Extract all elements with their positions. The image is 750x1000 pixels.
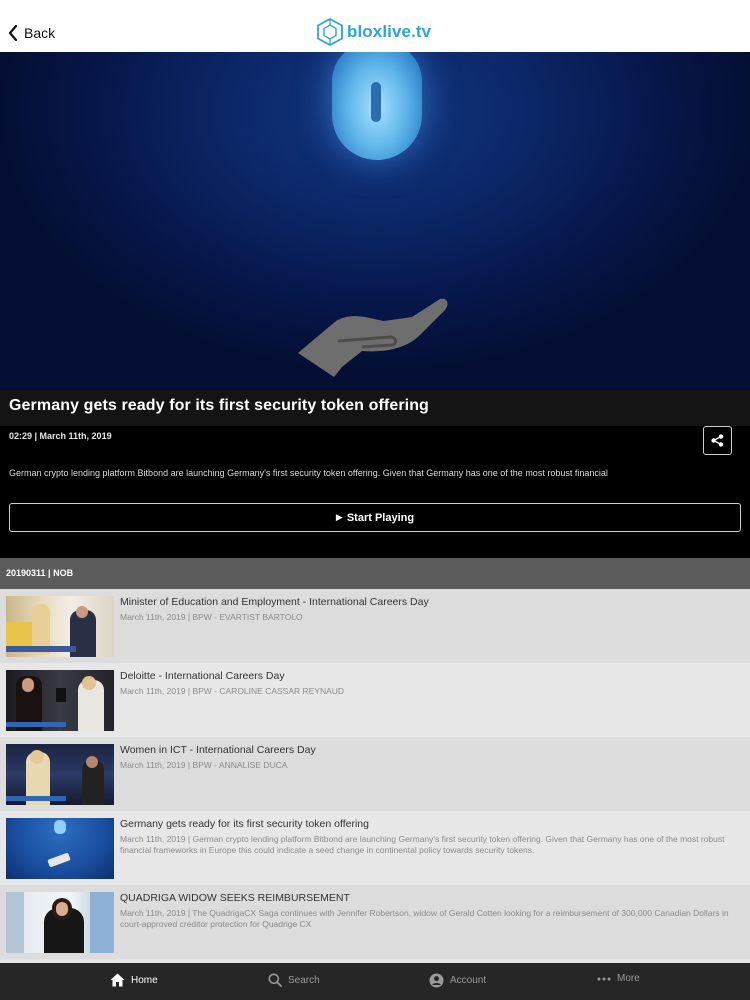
back-label: Back (24, 25, 56, 41)
tab-more-label: More (617, 973, 640, 984)
top-bar: Back bloxlive.tv (0, 0, 750, 52)
list-item[interactable]: Germany gets ready for its first securit… (0, 811, 750, 885)
tab-search-label: Search (288, 974, 320, 986)
video-thumbnail (6, 818, 114, 879)
list-item-title: Deloitte - International Careers Day (120, 670, 285, 682)
bottom-tab-bar: Home Search Account More (0, 963, 750, 1000)
more-dots-icon (597, 977, 611, 980)
cube-logo-icon (317, 18, 343, 46)
list-item[interactable]: Women in ICT - International Careers Day… (0, 737, 750, 811)
tab-search[interactable]: Search (268, 973, 320, 987)
list-item[interactable]: QUADRIGA WIDOW SEEKS REIMBURSEMENT March… (0, 885, 750, 959)
video-list: Minister of Education and Employment - I… (0, 589, 750, 963)
list-item[interactable]: Minister of Education and Employment - I… (0, 589, 750, 663)
start-playing-label: Start Playing (346, 511, 415, 524)
account-icon (429, 973, 444, 988)
list-item-meta: March 11th, 2019 | BPW - EVARTIST BARTOL… (120, 612, 303, 622)
tab-account-label: Account (450, 975, 487, 986)
list-item-meta: March 11th, 2019 | BPW - ANNALISE DUCA (120, 760, 288, 770)
share-button[interactable] (703, 426, 732, 455)
logo-text: bloxlive.tv (347, 22, 432, 41)
featured-meta: 02:29 | March 11th, 2019 (9, 431, 112, 441)
featured-video-image[interactable] (0, 52, 750, 390)
tab-account[interactable]: Account (429, 973, 486, 988)
section-label: 20190311 | NOB (6, 568, 74, 578)
list-item-title: Germany gets ready for its first securit… (120, 818, 369, 830)
back-button[interactable]: Back (8, 22, 55, 44)
featured-title: Germany gets ready for its first securit… (9, 397, 429, 414)
list-item[interactable]: Deloitte - International Careers Day Mar… (0, 663, 750, 737)
tab-home-label: Home (131, 974, 158, 986)
tab-more[interactable]: More (597, 973, 640, 984)
list-item-title: Minister of Education and Employment - I… (120, 596, 429, 608)
video-thumbnail (6, 892, 114, 953)
featured-description: German crypto lending platform Bitbond a… (9, 468, 608, 478)
list-item-title: QUADRIGA WIDOW SEEKS REIMBURSEMENT (120, 892, 350, 904)
tab-home[interactable]: Home (110, 973, 158, 987)
app-logo: bloxlive.tv (317, 18, 431, 46)
home-icon (110, 973, 125, 987)
start-playing-button[interactable]: ▶ Start Playing (9, 503, 741, 532)
lock-graphic (332, 52, 422, 160)
video-thumbnail (6, 670, 114, 731)
hand-graphic (298, 298, 448, 377)
search-icon (268, 973, 282, 987)
chevron-left-icon (8, 25, 18, 41)
list-item-title: Women in ICT - International Careers Day (120, 744, 316, 756)
list-item-meta: March 11th, 2019 | German crypto lending… (120, 834, 725, 855)
share-icon (711, 434, 724, 447)
section-header: 20190311 | NOB (0, 558, 750, 589)
video-thumbnail (6, 744, 114, 805)
list-item-meta: March 11th, 2019 | BPW - CAROLINE CASSAR… (120, 686, 345, 696)
list-item-meta: March 11th, 2019 | The QuadrigaCX Saga c… (120, 908, 729, 929)
video-thumbnail (6, 596, 114, 657)
featured-info-panel (0, 426, 750, 558)
play-icon: ▶ (335, 512, 343, 522)
